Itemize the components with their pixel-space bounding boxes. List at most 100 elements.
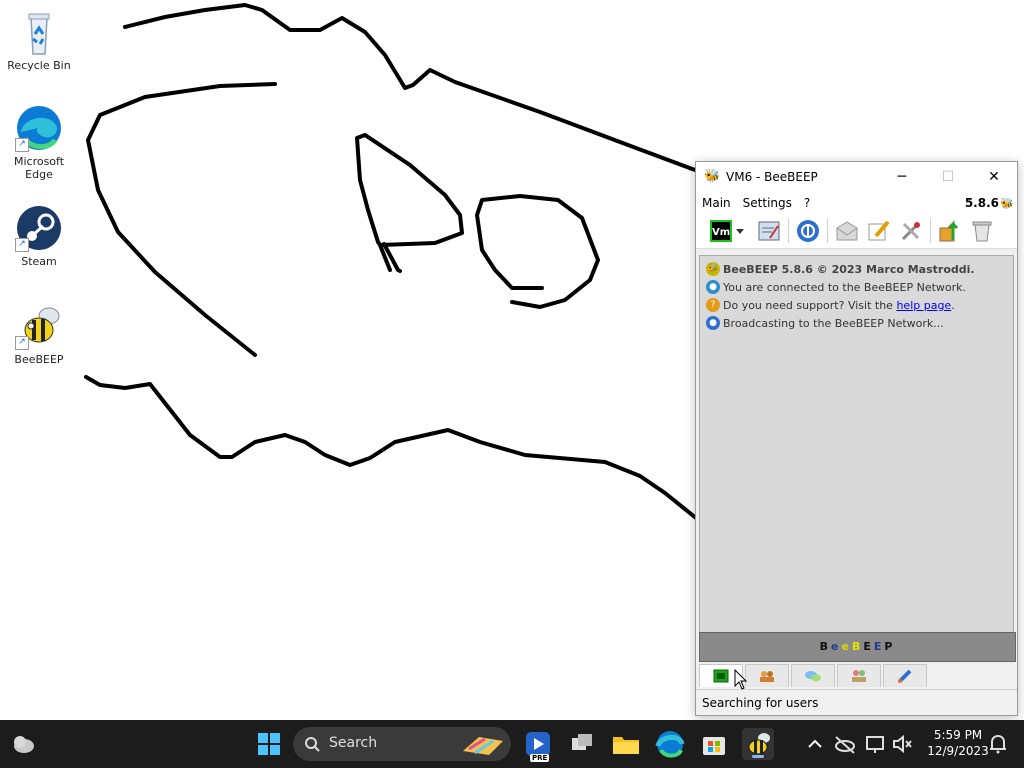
desktop-icon-label: Recycle Bin [7,59,71,72]
help-icon: ? [706,298,720,312]
clear-button[interactable] [969,218,995,244]
search-icon [305,737,320,752]
search-highlight-icon [463,737,503,755]
chat-line-support: ? Do you need support? Visit the help pa… [700,296,1013,314]
write-message-button[interactable] [866,218,892,244]
banner-letter: e [841,640,852,653]
chat-line-copyright: 🐝 BeeBEEP 5.8.6 © 2023 Marco Mastroddi. [700,260,1013,278]
steam-icon: ↗ [15,204,63,252]
banner-letter: e [830,640,842,653]
status-dropdown-arrow-icon[interactable] [736,228,744,234]
menu-main[interactable]: Main [696,196,737,210]
share-files-button[interactable] [937,218,963,244]
banner-letter: E [873,640,885,653]
bee-icon: 🐝 [706,262,720,276]
tab-log[interactable] [883,664,927,687]
volume-muted-icon [893,734,912,754]
network-button[interactable] [795,218,821,244]
menu-bar: Main Settings ? 5.8.6 🐝 [696,192,1017,214]
tab-shares[interactable] [837,664,881,687]
tab-chats[interactable] [791,664,835,687]
banner-letter: B [819,640,831,653]
tab-groups[interactable] [745,664,789,687]
bee-app-icon: 🐝 [704,169,721,184]
user-status-button[interactable]: Vm [710,220,732,242]
broadcast-icon: ● [706,316,720,330]
main-toolbar: Vm [696,214,1017,249]
taskbar-app-media-player[interactable]: PRE [522,728,554,762]
taskbar-edge[interactable] [654,728,686,760]
weather-widget[interactable] [8,728,40,760]
tools-button[interactable] [898,218,924,244]
chat-log[interactable]: 🐝 BeeBEEP 5.8.6 © 2023 Marco Mastroddi. … [699,255,1014,633]
edge-icon: ↗ [15,104,63,152]
chat-bubbles-icon [805,671,821,682]
bee-small-icon: 🐝 [1000,196,1014,210]
start-button[interactable] [253,728,285,760]
desktop-icon-steam[interactable]: ↗ Steam [4,204,74,268]
desktop-icon-recycle-bin[interactable]: Recycle Bin [4,8,74,72]
volume-tray[interactable] [886,728,918,760]
task-view-icon [572,734,592,750]
toolbar-separator [930,219,931,243]
support-suffix: . [951,298,955,312]
bell-icon [990,734,1006,754]
broadcast-text: Broadcasting to the BeeBEEP Network... [723,316,944,330]
active-app-indicator [752,755,764,758]
edit-profile-button[interactable] [756,218,782,244]
toolbar-separator [788,219,789,243]
maximize-button[interactable]: ☐ [925,162,971,192]
desktop-icon-beebeep[interactable]: ↗ BeeBEEP [4,302,74,366]
help-page-link[interactable]: help page [896,299,951,312]
support-text: Do you need support? Visit the [723,298,893,312]
shortcut-arrow-icon: ↗ [15,336,29,350]
preview-badge: PRE [530,754,550,762]
menu-help[interactable]: ? [798,196,816,210]
recycle-bin-icon [15,8,63,56]
folder-icon [613,737,639,754]
taskbar-search-box[interactable]: Search [293,727,511,761]
banner-letter: B [851,640,864,653]
taskbar: Search PRE 5:59 PM 12/9/2023 [0,720,1024,768]
beebeep-banner: BeeBEEP [699,632,1016,662]
minimize-button[interactable]: ─ [879,162,925,192]
status-bar: Searching for users [696,689,1017,715]
taskbar-task-view[interactable] [566,728,598,760]
desktop-icon-label: Steam [21,255,57,268]
banner-letter: E [863,640,874,653]
taskbar-store[interactable] [698,728,730,760]
desktop-icon-microsoft-edge[interactable]: ↗ Microsoft Edge [4,104,74,181]
show-hidden-icons-button[interactable] [799,728,831,760]
toolbar-separator [827,219,828,243]
onedrive-tray[interactable] [829,728,861,760]
mail-button[interactable] [834,218,860,244]
shortcut-arrow-icon: ↗ [15,238,29,252]
window-titlebar[interactable]: 🐝 VM6 - BeeBEEP ─ ☐ ✕ [696,162,1017,192]
desktop-icon-label: BeeBEEP [14,353,64,366]
chat-line-connected: ● You are connected to the BeeBEEP Netwo… [700,278,1013,296]
chat-line-broadcast: ● Broadcasting to the BeeBEEP Network... [700,314,1013,332]
bee-icon: ↗ [15,302,63,350]
taskbar-beebeep[interactable] [742,728,774,760]
beebeep-window: 🐝 VM6 - BeeBEEP ─ ☐ ✕ Main Settings ? 5.… [695,161,1018,716]
chevron-up-icon [808,739,822,748]
menu-settings[interactable]: Settings [737,196,798,210]
notifications-button[interactable] [982,728,1014,760]
mouse-cursor-icon [734,669,748,690]
store-icon [703,737,725,755]
desktop-icon-label: Microsoft Edge [13,155,65,181]
user-list-icon [713,669,729,683]
taskbar-file-explorer[interactable] [610,728,642,760]
connected-icon: ● [706,280,720,294]
shortcut-arrow-icon: ↗ [15,138,29,152]
shared-users-icon [852,670,866,682]
close-button[interactable]: ✕ [971,162,1017,192]
search-placeholder: Search [329,735,378,751]
window-title: VM6 - BeeBEEP [726,170,818,184]
edge-icon [655,731,685,758]
cloud-offline-icon [835,736,855,754]
users-group-icon [760,671,774,682]
windows-logo-icon [258,733,280,755]
version-label: 5.8.6 [964,196,999,210]
banner-text: BeeBEEP [820,640,896,653]
